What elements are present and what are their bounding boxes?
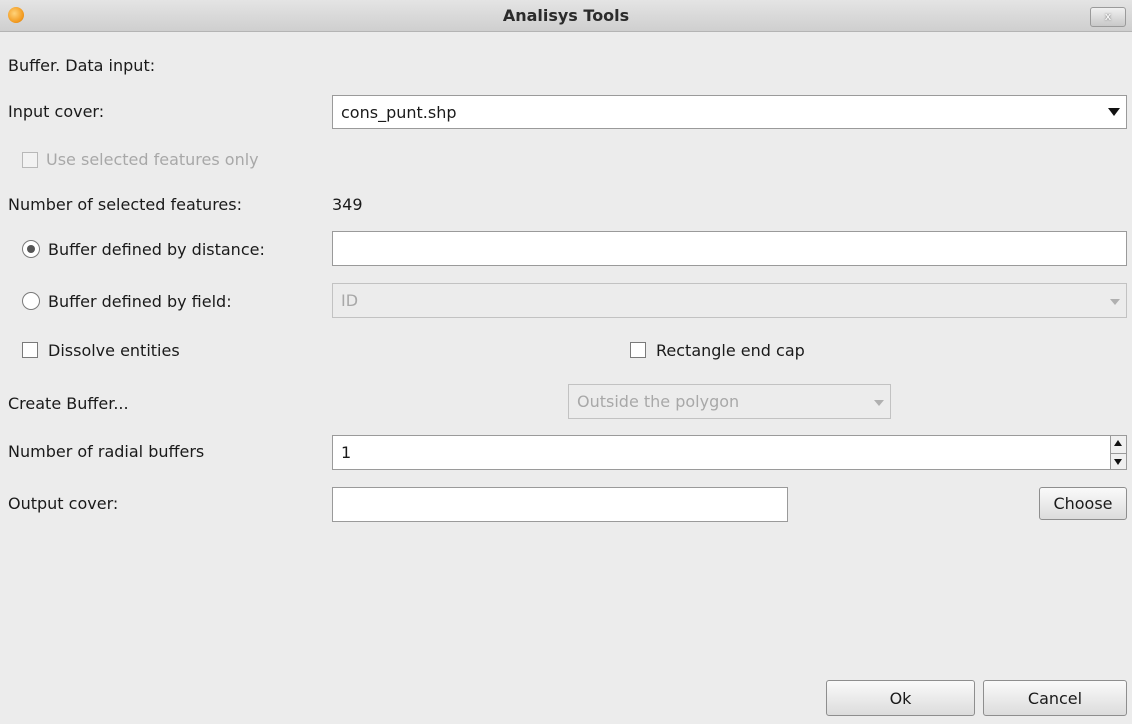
cancel-button[interactable]: Cancel xyxy=(983,680,1127,716)
section-title: Buffer. Data input: xyxy=(8,56,156,75)
radial-value: 1 xyxy=(341,443,352,462)
choose-button[interactable]: Choose xyxy=(1039,487,1127,520)
spinner-down-icon[interactable] xyxy=(1114,459,1122,465)
spinner-buttons[interactable] xyxy=(1110,436,1126,469)
rect-endcap-label: Rectangle end cap xyxy=(656,341,805,360)
buffer-distance-input[interactable] xyxy=(332,231,1127,266)
dissolve-checkbox[interactable] xyxy=(22,342,38,358)
input-cover-select[interactable]: cons_punt.shp xyxy=(332,95,1127,129)
use-selected-label: Use selected features only xyxy=(46,150,259,169)
buffer-field-radio[interactable] xyxy=(22,292,40,310)
window-title: Analisys Tools xyxy=(502,6,630,25)
radio-selected-dot xyxy=(27,245,35,253)
radial-label: Number of radial buffers xyxy=(8,442,205,461)
buffer-distance-radio[interactable] xyxy=(22,240,40,258)
output-input[interactable] xyxy=(332,487,788,522)
num-selected-value: 349 xyxy=(332,195,363,214)
input-cover-label: Input cover: xyxy=(8,102,105,121)
buffer-distance-label: Buffer defined by distance: xyxy=(48,240,265,259)
buffer-field-select[interactable]: ID xyxy=(332,283,1127,318)
chevron-down-icon xyxy=(874,399,884,406)
output-label: Output cover: xyxy=(8,494,119,513)
close-icon: x xyxy=(1104,10,1112,23)
title-bar: Analisys Tools x xyxy=(0,0,1132,32)
create-buffer-label: Create Buffer... xyxy=(8,394,129,413)
dissolve-label: Dissolve entities xyxy=(48,341,180,360)
input-cover-value: cons_punt.shp xyxy=(341,102,457,122)
spinner-up-icon[interactable] xyxy=(1114,440,1122,446)
rect-endcap-checkbox[interactable] xyxy=(630,342,646,358)
use-selected-checkbox[interactable] xyxy=(22,152,38,168)
create-buffer-select[interactable]: Outside the polygon xyxy=(568,384,891,419)
radial-spinner[interactable]: 1 xyxy=(332,435,1127,470)
buffer-field-label: Buffer defined by field: xyxy=(48,292,232,311)
chevron-down-icon xyxy=(1108,108,1120,116)
spinner-divider xyxy=(1111,452,1126,454)
num-selected-label: Number of selected features: xyxy=(8,195,242,214)
buffer-field-value: ID xyxy=(341,291,359,310)
create-buffer-value: Outside the polygon xyxy=(577,392,740,411)
chevron-down-icon xyxy=(1110,298,1120,305)
close-button[interactable]: x xyxy=(1090,7,1126,27)
ok-button[interactable]: Ok xyxy=(826,680,975,716)
